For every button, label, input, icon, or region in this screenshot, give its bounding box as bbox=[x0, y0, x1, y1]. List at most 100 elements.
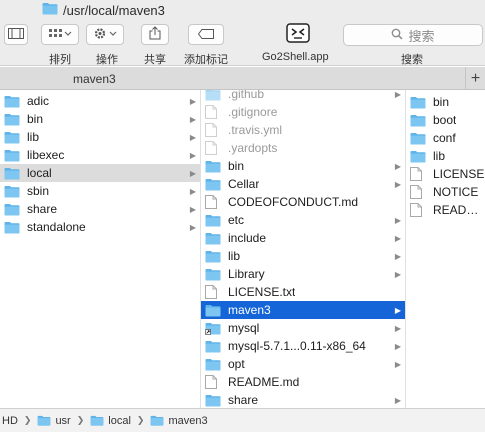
list-item[interactable]: etc ▶ bbox=[201, 211, 405, 229]
title-bar: /usr/local/maven3 bbox=[0, 0, 485, 20]
list-item[interactable]: LICENSE bbox=[406, 165, 485, 183]
breadcrumb-item[interactable]: ❯ maven3 bbox=[131, 415, 208, 427]
list-item[interactable]: lib ▶ bbox=[0, 128, 200, 146]
list-item[interactable]: include ▶ bbox=[201, 229, 405, 247]
disclosure-arrow-icon: ▶ bbox=[394, 341, 401, 351]
list-item[interactable]: Library ▶ bbox=[201, 265, 405, 283]
list-item[interactable]: README.md bbox=[201, 373, 405, 391]
arrange-button[interactable] bbox=[41, 24, 79, 45]
list-item[interactable]: .travis.yml bbox=[201, 121, 405, 139]
list-item[interactable]: conf bbox=[406, 129, 485, 147]
list-item[interactable]: bin bbox=[406, 93, 485, 111]
column-2[interactable]: .github ▶ .gitignore .travis.yml .yardopts bi… bbox=[201, 90, 406, 408]
breadcrumb-separator-icon: ❯ bbox=[76, 415, 85, 425]
list-item-label: mysql bbox=[228, 321, 260, 335]
folder-icon bbox=[4, 149, 20, 162]
list-item[interactable]: lib bbox=[406, 147, 485, 165]
list-item[interactable]: share ▶ bbox=[0, 200, 200, 218]
plus-icon: + bbox=[470, 69, 481, 87]
list-item-label: include bbox=[228, 231, 267, 245]
list-item[interactable]: bin ▶ bbox=[0, 110, 200, 128]
list-item[interactable]: README.txt bbox=[406, 201, 485, 219]
window-title: /usr/local/maven3 bbox=[63, 2, 165, 18]
disclosure-arrow-icon: ▶ bbox=[189, 222, 196, 232]
list-item[interactable]: maven3 ▶ bbox=[201, 301, 405, 319]
add-tag-button[interactable] bbox=[188, 24, 224, 45]
folder-icon bbox=[205, 178, 221, 191]
list-item[interactable]: mysql ▶ bbox=[201, 319, 405, 337]
action-label: 操作 bbox=[96, 54, 118, 66]
disclosure-arrow-icon: ▶ bbox=[394, 179, 401, 189]
search-placeholder: 搜索 bbox=[408, 28, 435, 44]
list-item[interactable]: lib ▶ bbox=[201, 247, 405, 265]
toolbar: 排列 操作 共享 添加标记 Go2Shell.app 搜索 搜索 bbox=[0, 20, 485, 66]
disclosure-arrow-icon: ▶ bbox=[189, 186, 196, 196]
view-columns-button[interactable] bbox=[4, 24, 28, 45]
disclosure-arrow-icon: ▶ bbox=[189, 132, 196, 142]
list-item[interactable]: sbin ▶ bbox=[0, 182, 200, 200]
disclosure-arrow-icon: ▶ bbox=[394, 359, 401, 369]
list-item[interactable]: boot bbox=[406, 111, 485, 129]
breadcrumb-item[interactable]: HD bbox=[2, 415, 18, 427]
list-item-label: lib bbox=[228, 249, 241, 263]
add-tag-label: 添加标记 bbox=[184, 54, 228, 66]
list-item[interactable]: share ▶ bbox=[201, 391, 405, 408]
tab-bar: maven3 + bbox=[0, 67, 485, 90]
list-item[interactable]: adic ▶ bbox=[0, 92, 200, 110]
list-item-label: lib bbox=[433, 149, 446, 163]
breadcrumb-separator-icon: ❯ bbox=[23, 415, 32, 425]
disclosure-arrow-icon: ▶ bbox=[189, 204, 196, 214]
list-item[interactable]: mysql-5.7.1...0.11-x86_64 ▶ bbox=[201, 337, 405, 355]
list-item-label: README.md bbox=[228, 375, 300, 389]
column-1[interactable]: adic ▶ bin ▶ lib ▶ libexec ▶ local ▶ sbin ▶ share ▶ st… bbox=[0, 90, 201, 408]
list-item[interactable]: libexec ▶ bbox=[0, 146, 200, 164]
tab-maven3[interactable]: maven3 bbox=[0, 67, 465, 90]
list-item[interactable]: .github ▶ bbox=[201, 90, 405, 103]
folder-icon bbox=[205, 268, 221, 281]
disclosure-arrow-icon: ▶ bbox=[189, 114, 196, 124]
list-item-label: NOTICE bbox=[433, 185, 479, 199]
share-label: 共享 bbox=[144, 54, 166, 66]
document-icon bbox=[205, 285, 221, 299]
list-item[interactable]: NOTICE bbox=[406, 183, 485, 201]
list-item-label: local bbox=[27, 166, 52, 180]
list-item-label: standalone bbox=[27, 220, 86, 234]
breadcrumb-label: local bbox=[108, 414, 131, 427]
disclosure-arrow-icon: ▶ bbox=[189, 168, 196, 178]
folder-icon bbox=[205, 90, 221, 101]
folder-icon bbox=[4, 185, 20, 198]
list-item-label: bin bbox=[433, 95, 450, 109]
list-item[interactable]: Cellar ▶ bbox=[201, 175, 405, 193]
breadcrumb-separator-icon: ❯ bbox=[136, 415, 145, 425]
list-item[interactable]: .gitignore bbox=[201, 103, 405, 121]
list-item[interactable]: .yardopts bbox=[201, 139, 405, 157]
list-item[interactable]: standalone ▶ bbox=[0, 218, 200, 236]
document-icon bbox=[410, 185, 426, 199]
folder-icon bbox=[205, 250, 221, 263]
breadcrumb-item[interactable]: ❯ usr bbox=[18, 415, 71, 427]
column-3[interactable]: bin boot conf lib LICENSE NOTICE README.txt bbox=[406, 90, 485, 408]
list-item-label: .gitignore bbox=[228, 105, 278, 119]
disclosure-arrow-icon: ▶ bbox=[394, 269, 401, 279]
list-item[interactable]: LICENSE.txt bbox=[201, 283, 405, 301]
share-button[interactable] bbox=[141, 24, 169, 45]
breadcrumb-item[interactable]: ❯ local bbox=[71, 415, 131, 427]
list-item-label: boot bbox=[433, 113, 457, 127]
go2shell-label: Go2Shell.app bbox=[262, 51, 329, 63]
document-icon bbox=[205, 105, 221, 119]
disclosure-arrow-icon: ▶ bbox=[394, 161, 401, 171]
list-item[interactable]: local ▶ bbox=[0, 164, 200, 182]
search-input[interactable]: 搜索 bbox=[343, 24, 483, 46]
folder-icon bbox=[90, 415, 104, 426]
go2shell-button[interactable] bbox=[285, 22, 311, 46]
folder-icon bbox=[4, 131, 20, 144]
disclosure-arrow-icon: ▶ bbox=[394, 323, 401, 333]
new-tab-button[interactable]: + bbox=[465, 67, 485, 90]
list-item-label: mysql-5.7.1...0.11-x86_64 bbox=[228, 339, 366, 353]
action-button[interactable] bbox=[86, 24, 124, 45]
list-item[interactable]: bin ▶ bbox=[201, 157, 405, 175]
folder-icon bbox=[150, 415, 164, 426]
list-item[interactable]: CODEOFCONDUCT.md bbox=[201, 193, 405, 211]
list-item[interactable]: opt ▶ bbox=[201, 355, 405, 373]
list-item-label: .travis.yml bbox=[228, 123, 282, 137]
